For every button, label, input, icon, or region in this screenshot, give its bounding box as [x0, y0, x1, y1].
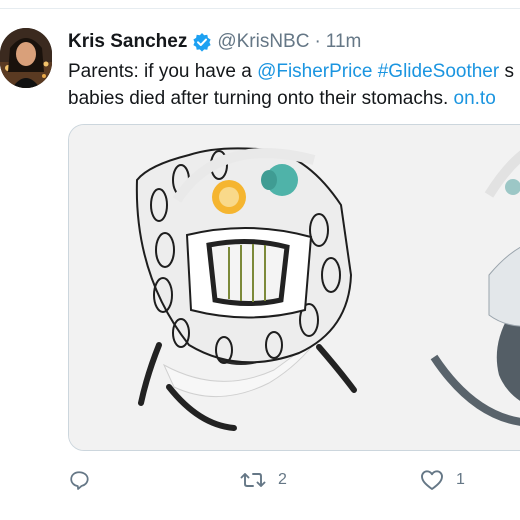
like-button[interactable]: 1	[420, 464, 465, 496]
mention-link[interactable]: @FisherPrice	[257, 61, 372, 82]
url-link[interactable]: on.to	[454, 88, 496, 109]
avatar[interactable]	[0, 28, 52, 88]
text-segment: babies died after turning onto their sto…	[68, 88, 454, 109]
heart-icon	[421, 470, 443, 490]
product-photo	[69, 125, 520, 450]
reply-button[interactable]	[68, 464, 102, 496]
tweet-media-image[interactable]	[68, 124, 520, 451]
display-name[interactable]: Kris Sanchez	[68, 31, 187, 53]
tweet-text-line-1: Parents: if you have a @FisherPrice #Gli…	[68, 58, 520, 85]
tweet-actions: 2 1	[68, 464, 520, 496]
like-count: 1	[456, 471, 465, 488]
hashtag-link[interactable]: #GlideSoother	[378, 61, 499, 82]
timestamp[interactable]: 11m	[326, 31, 362, 53]
retweet-icon	[240, 473, 266, 487]
avatar-photo	[0, 28, 52, 88]
handle[interactable]: @KrisNBC	[217, 31, 309, 53]
tweet-text: Parents: if you have a @FisherPrice #Gli…	[68, 58, 520, 112]
divider	[0, 8, 520, 9]
separator-dot: ·	[314, 31, 321, 52]
tweet-text-line-2: babies died after turning onto their sto…	[68, 85, 520, 112]
reply-icon	[70, 471, 89, 490]
text-segment: Parents: if you have a	[68, 61, 258, 82]
retweet-count: 2	[278, 471, 287, 488]
text-segment: s	[499, 61, 514, 82]
tweet-header: Kris Sanchez @KrisNBC · 11m	[68, 28, 361, 56]
tweet: Kris Sanchez @KrisNBC · 11m Parents: if …	[0, 0, 520, 520]
retweet-button[interactable]: 2	[240, 464, 287, 496]
verified-badge-icon	[192, 32, 212, 52]
